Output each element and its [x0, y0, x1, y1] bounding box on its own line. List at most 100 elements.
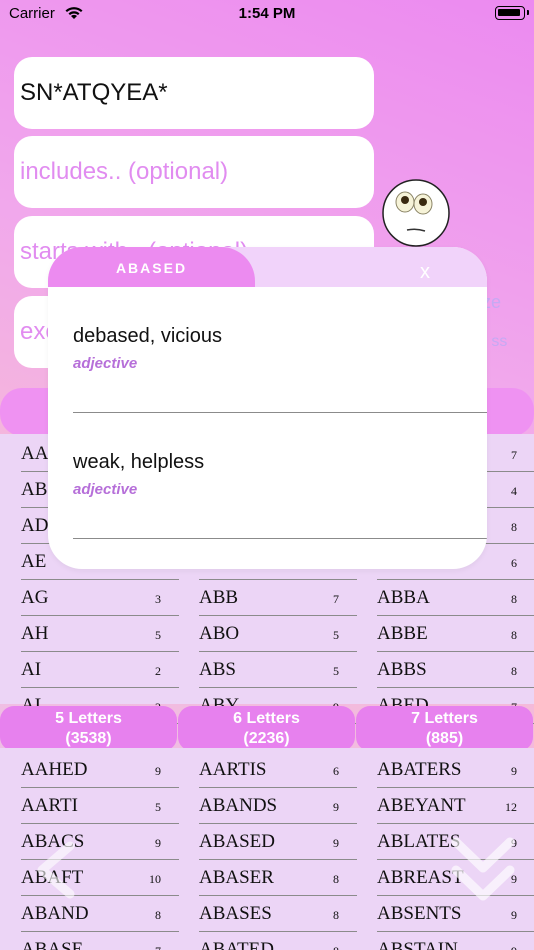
word-row[interactable]: ABASES 8	[199, 896, 357, 932]
word-row[interactable]: ABS 5	[199, 652, 357, 688]
word-row[interactable]: ABAND 8	[21, 896, 179, 932]
word-row[interactable]: ABBS 8	[377, 652, 534, 688]
word-text: AG	[21, 587, 49, 608]
status-bar: Carrier 1:54 PM	[0, 0, 534, 28]
confused-face-icon[interactable]	[381, 178, 451, 248]
definition-text: weak, helpless	[73, 451, 205, 473]
word-text: ABAND	[21, 903, 89, 924]
word-score: 9	[511, 908, 517, 922]
word-text: AB	[21, 479, 48, 500]
word-score: 3	[155, 592, 161, 606]
word-score: 6	[333, 764, 339, 778]
definition-item: weak, helpless adjective	[73, 413, 487, 539]
word-score: 8	[333, 908, 339, 922]
word-column-6: AARTIS 6 ABANDS 9 ABASED 9 ABASER 8 ABASES 8 ABATE…	[199, 752, 357, 950]
word-row[interactable]: ABBE 8	[377, 616, 534, 652]
word-row[interactable]: ABBA 8	[377, 580, 534, 616]
modal-body: debased, vicious adjective weak, helples…	[48, 287, 487, 569]
word-score: 6	[511, 556, 517, 570]
pattern-input[interactable]	[20, 79, 374, 107]
includes-field[interactable]	[14, 136, 374, 208]
word-row[interactable]: ABB 7	[199, 580, 357, 616]
definition-item: debased, vicious adjective	[73, 287, 487, 413]
word-score: 12	[505, 800, 517, 814]
word-text: AAHED	[21, 759, 88, 780]
battery-icon	[495, 6, 525, 20]
word-row[interactable]: ABO 5	[199, 616, 357, 652]
header-count: (3538)	[65, 730, 112, 747]
word-score: 10	[149, 872, 161, 886]
word-score: 8	[155, 908, 161, 922]
word-score: 8	[511, 520, 517, 534]
word-text: AARTI	[21, 795, 78, 816]
word-text: AD	[21, 515, 49, 536]
definition-text: debased, vicious	[73, 325, 222, 347]
word-row[interactable]: ABEYANT 12	[377, 788, 534, 824]
header-count: (2236)	[243, 730, 290, 747]
word-text: ABASED	[199, 831, 276, 852]
word-score: 9	[333, 836, 339, 850]
word-row[interactable]: ABATED 8	[199, 932, 357, 950]
header-6-letters[interactable]: 6 Letters (2236)	[178, 706, 355, 751]
close-button[interactable]: x	[420, 261, 430, 284]
part-of-speech: adjective	[73, 481, 138, 498]
header-label: 5 Letters	[55, 710, 122, 727]
word-score: 4	[511, 484, 517, 498]
word-score: 7	[511, 448, 517, 462]
word-text: ABASER	[199, 867, 274, 888]
word-row[interactable]: ABASED 9	[199, 824, 357, 860]
word-text: ABASE	[21, 939, 84, 950]
word-text: ABO	[199, 623, 240, 644]
word-score: 8	[511, 592, 517, 606]
word-row[interactable]: AH 5	[21, 616, 179, 652]
word-row[interactable]: ABANDS 9	[199, 788, 357, 824]
word-row[interactable]: ABASE 7	[21, 932, 179, 950]
word-text: ABBE	[377, 623, 428, 644]
word-text: ABATED	[199, 939, 274, 950]
word-row[interactable]: ABATERS 9	[377, 752, 534, 788]
word-score: 9	[155, 764, 161, 778]
word-text: AH	[21, 623, 49, 644]
back-chevron-icon[interactable]	[32, 840, 82, 900]
header-7-letters[interactable]: 7 Letters (885)	[356, 706, 533, 751]
word-score: 9	[333, 800, 339, 814]
word-score: 8	[511, 628, 517, 642]
word-row[interactable]: AARTIS 6	[199, 752, 357, 788]
word-text: AE	[21, 551, 47, 572]
word-text: ABATERS	[377, 759, 462, 780]
header-label: 6 Letters	[233, 710, 300, 727]
includes-input[interactable]	[20, 158, 374, 186]
word-row[interactable]: AI 2	[21, 652, 179, 688]
word-row[interactable]: AAHED 9	[21, 752, 179, 788]
word-row[interactable]: AARTI 5	[21, 788, 179, 824]
header-count: (885)	[425, 730, 464, 747]
word-score: 9	[511, 764, 517, 778]
word-score: 8	[511, 664, 517, 678]
word-text: ABB	[199, 587, 239, 608]
header-5-letters[interactable]: 5 Letters (3538)	[0, 706, 177, 751]
pattern-field[interactable]	[14, 57, 374, 129]
word-text: AARTIS	[199, 759, 267, 780]
word-score: 7	[333, 592, 339, 606]
word-score: 5	[333, 628, 339, 642]
scroll-down-icon[interactable]	[448, 832, 518, 908]
word-text: ABEYANT	[377, 795, 466, 816]
modal-word-title: ABASED	[48, 247, 255, 287]
word-score: 9	[511, 944, 517, 950]
word-text: ABSTAIN	[377, 939, 458, 950]
word-row[interactable]: ABSTAIN 9	[377, 932, 534, 950]
word-row[interactable]: ABASER 8	[199, 860, 357, 896]
word-score: 8	[333, 944, 339, 950]
word-score: 9	[155, 836, 161, 850]
word-text: ABBS	[377, 659, 427, 680]
battery-tip	[527, 10, 529, 15]
word-score: 2	[155, 664, 161, 678]
part-of-speech: adjective	[73, 355, 138, 372]
clock: 1:54 PM	[238, 5, 296, 22]
word-score: 8	[333, 872, 339, 886]
definition-modal: ABASED x debased, vicious adjective weak…	[48, 247, 487, 569]
word-text: ABASES	[199, 903, 272, 924]
header-label: 7 Letters	[411, 710, 478, 727]
word-row[interactable]: AG 3	[21, 580, 179, 616]
word-score: 5	[333, 664, 339, 678]
